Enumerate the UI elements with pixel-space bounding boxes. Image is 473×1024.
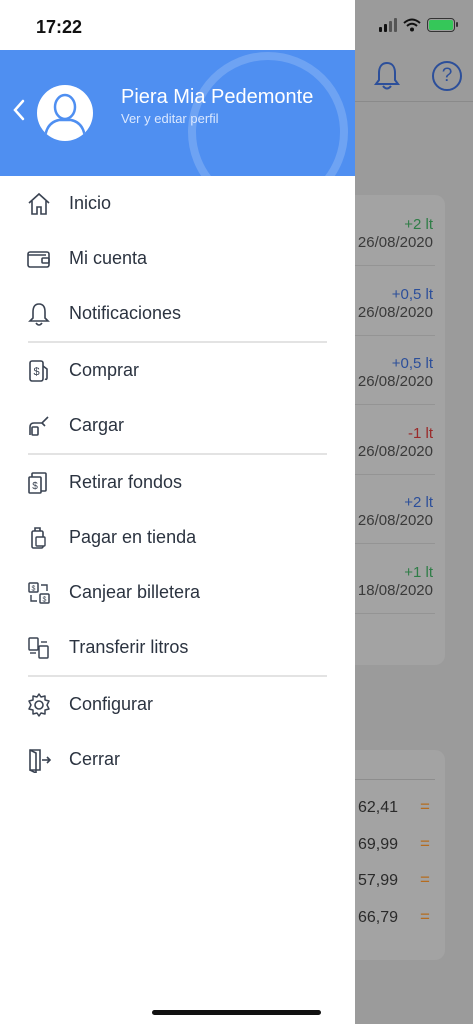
menu-item-label: Retirar fondos	[69, 472, 183, 492]
price-trend: =	[420, 797, 430, 816]
menu-item-comprar[interactable]: $ Comprar	[0, 343, 355, 398]
help-icon[interactable]: ?	[432, 61, 462, 91]
transaction-date: 18/08/2020	[357, 581, 433, 599]
exchange-wallet-icon: $$	[28, 581, 50, 604]
bell-icon	[28, 302, 50, 326]
menu-item-transferir-litros[interactable]: Transferir litros	[0, 620, 355, 675]
menu-item-label: Mi cuenta	[69, 248, 148, 268]
home-indicator	[152, 1010, 321, 1015]
price-trend: =	[420, 833, 430, 853]
menu-item-label: Configurar	[69, 694, 154, 714]
transaction-date: 26/08/2020	[357, 234, 433, 251]
price-value: 57,99	[358, 872, 399, 889]
transaction-amount: -1 lt	[407, 424, 433, 442]
menu-item-label: Cerrar	[69, 749, 121, 769]
menu-item-label: Cargar	[69, 415, 125, 435]
transaction-amount: +0,5 lt	[391, 285, 433, 303]
menu-item-label: Comprar	[69, 360, 140, 380]
menu-item-label: Inicio	[69, 193, 112, 213]
svg-text:$: $	[32, 481, 38, 492]
profile-header[interactable]: Piera Mia Pedemonte Ver y editar perfil	[0, 50, 355, 176]
menu-item-cerrar[interactable]: Cerrar	[0, 732, 355, 787]
svg-text:$: $	[33, 366, 39, 378]
transaction-amount: +2 lt	[404, 494, 433, 511]
transaction-amount: +2 lt	[404, 216, 433, 233]
profile-name[interactable]: Piera Mia Pedemonte	[121, 86, 313, 109]
transaction-date: 26/08/2020	[357, 303, 433, 321]
menu-item-mi-cuenta[interactable]: Mi cuenta	[0, 231, 355, 286]
back-chevron-icon[interactable]	[10, 98, 28, 122]
menu-item-label: Notificaciones	[69, 303, 182, 323]
wallet-icon	[27, 250, 50, 268]
menu-item-cargar[interactable]: Cargar	[0, 398, 355, 453]
battery-icon	[427, 18, 458, 32]
fuel-dollar-icon: $	[29, 359, 48, 382]
menu-item-label: Canjear billetera	[69, 582, 201, 602]
price-trend: =	[420, 870, 430, 889]
home-icon	[28, 192, 50, 215]
status-icons	[379, 18, 458, 32]
menu-item-canjear-billetera[interactable]: $ $ Canjear billetera	[0, 565, 355, 620]
navigation-drawer: Piera Mia Pedemonte Ver y editar perfil …	[0, 0, 355, 1024]
transaction-amount: +1 lt	[404, 563, 433, 581]
menu-item-inicio[interactable]: Inicio	[0, 176, 355, 231]
price-trend: =	[420, 906, 430, 926]
gear-icon	[28, 692, 50, 717]
notifications-bell-icon[interactable]	[372, 60, 402, 92]
status-time: 17:22	[36, 17, 83, 37]
transfer-liters-icon	[28, 636, 49, 659]
menu-item-pagar-en-tienda[interactable]: Pagar en tienda	[0, 510, 355, 565]
price-value: 66,79	[358, 908, 399, 926]
withdraw-cash-icon: $	[28, 471, 47, 494]
transaction-date: 26/08/2020	[357, 512, 433, 529]
transaction-amount: +0,5 lt	[391, 355, 433, 372]
pay-store-icon	[31, 526, 46, 549]
menu-item-label: Pagar en tienda	[69, 527, 197, 547]
fuel-nozzle-icon	[29, 415, 49, 436]
svg-text:$: $	[32, 585, 36, 592]
drawer-menu: Inicio Mi cuenta Notificaciones $ Comprar Car…	[0, 176, 355, 787]
avatar[interactable]	[37, 85, 93, 141]
edit-profile-link[interactable]: Ver y editar perfil	[121, 111, 219, 126]
price-value: 62,41	[358, 799, 399, 816]
user-avatar-icon	[43, 93, 87, 141]
signal-icon	[379, 18, 397, 32]
transaction-date: 26/08/2020	[357, 373, 433, 390]
menu-item-configurar[interactable]: Configurar	[0, 677, 355, 732]
menu-item-notificaciones[interactable]: Notificaciones	[0, 286, 355, 341]
wifi-icon	[403, 18, 421, 32]
transaction-date: 26/08/2020	[357, 442, 433, 460]
svg-text:$: $	[43, 596, 47, 603]
menu-item-label: Transferir litros	[69, 637, 189, 657]
logout-icon	[29, 748, 52, 773]
price-value: 69,99	[358, 835, 399, 853]
menu-item-retirar-fondos[interactable]: $ Retirar fondos	[0, 455, 355, 510]
